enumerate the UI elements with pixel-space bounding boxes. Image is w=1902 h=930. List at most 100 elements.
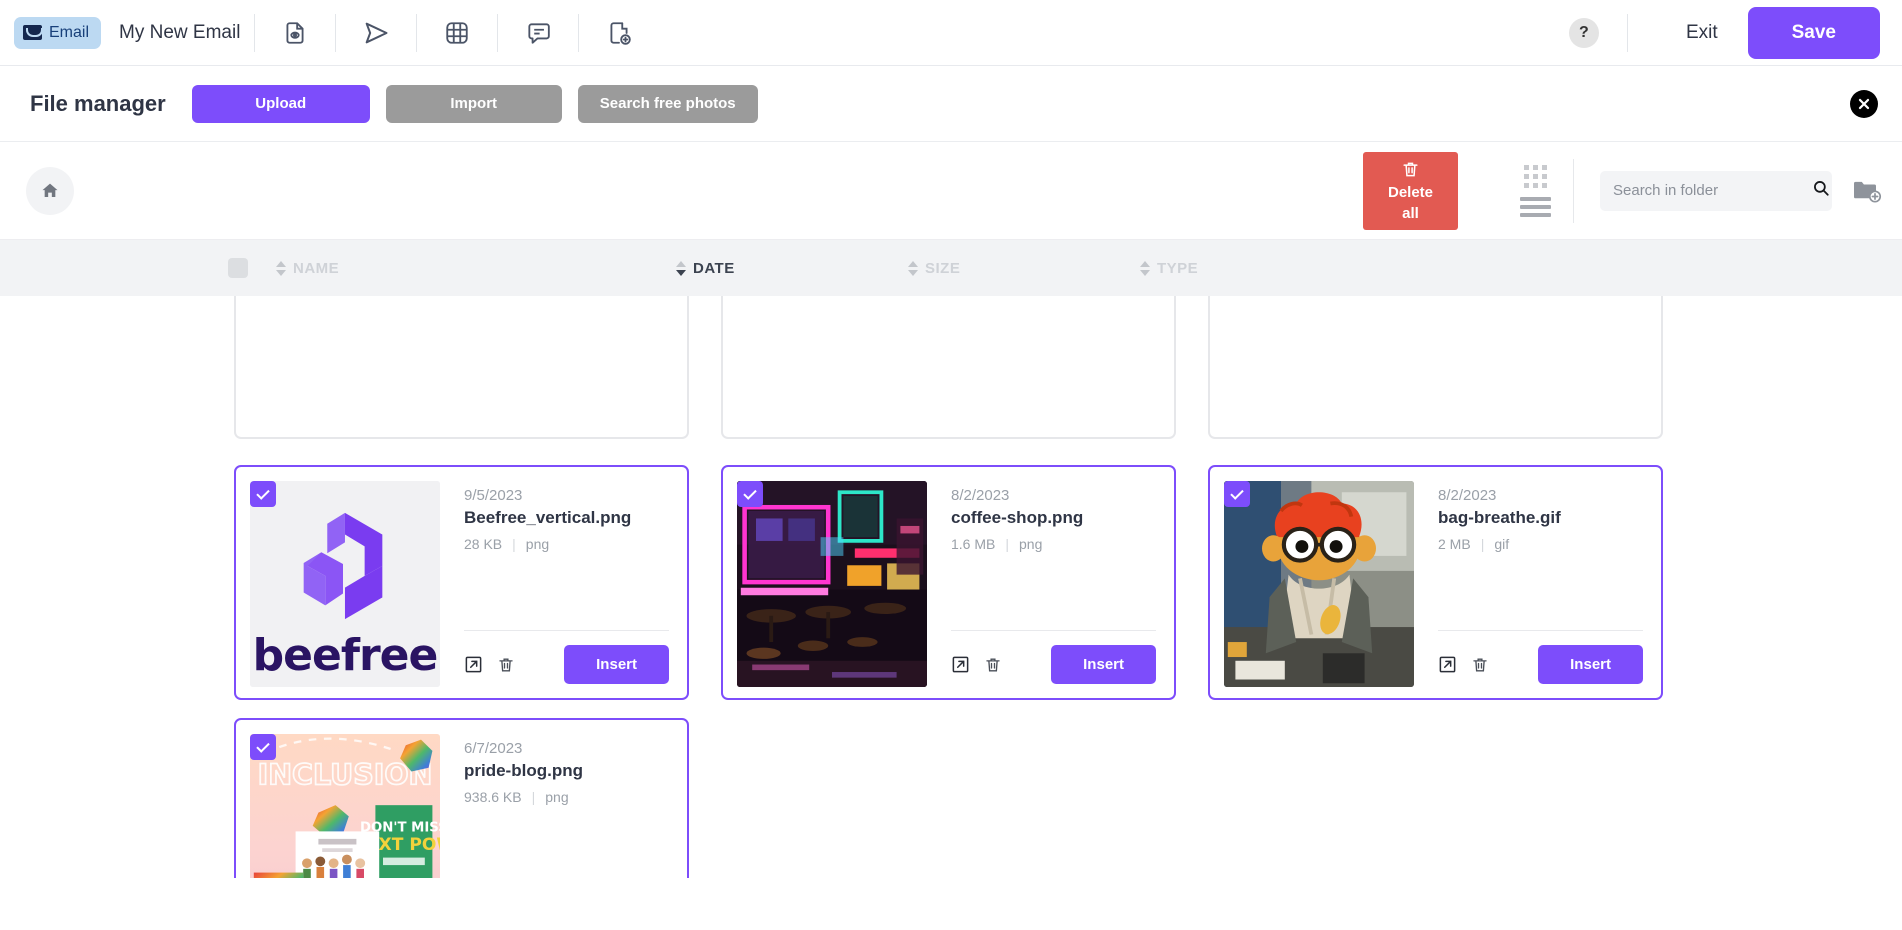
file-card[interactable]: 8/2/2023 coffee-shop.png 1.6 MB | png In… [721, 465, 1176, 700]
file-row-2: INCLUSION DON'T MISS NEXT POW [26, 718, 1876, 878]
file-name: bag-breathe.gif [1438, 508, 1561, 527]
exit-button[interactable]: Exit [1656, 14, 1748, 52]
grid-view-icon[interactable] [1524, 164, 1547, 188]
file-card-partial[interactable] [721, 296, 1176, 439]
insert-button[interactable]: Insert [1538, 645, 1643, 684]
delete-icon[interactable] [984, 655, 1002, 675]
column-label-size: Size [925, 259, 961, 277]
beefree-mark-icon [303, 512, 383, 620]
delete-all-label-line1: Delete [1387, 183, 1434, 201]
file-card[interactable]: INCLUSION DON'T MISS NEXT POW [234, 718, 689, 878]
search-free-photos-button[interactable]: Search free photos [577, 84, 758, 123]
search-input[interactable] [1613, 182, 1812, 199]
divider [578, 13, 580, 52]
column-header-type[interactable]: Type [1140, 260, 1198, 277]
file-manager-header: File manager Upload Import Search free p… [0, 66, 1902, 142]
file-select-checkbox[interactable] [1224, 481, 1250, 507]
file-date: 6/7/2023 [464, 740, 523, 757]
sort-carets-icon [908, 260, 918, 276]
divider [464, 630, 669, 631]
insert-button[interactable]: Insert [1051, 645, 1156, 684]
close-icon[interactable] [1850, 89, 1878, 118]
file-size: 28 KB [464, 536, 503, 552]
beefree-wordmark: beefree [252, 630, 439, 681]
column-header-size[interactable]: Size [908, 260, 1140, 277]
file-size: 938.6 KB [464, 789, 522, 805]
file-thumbnail[interactable] [737, 481, 927, 687]
file-subinfo: 938.6 KB | png [464, 789, 669, 805]
file-meta: 8/2/2023 bag-breathe.gif 2 MB | gif Inse… [1414, 481, 1647, 684]
new-folder-icon[interactable] [1852, 178, 1882, 204]
column-header-date[interactable]: Date [676, 260, 908, 277]
file-meta: 6/7/2023 pride-blog.png 938.6 KB | png [440, 734, 673, 878]
open-external-icon[interactable] [951, 655, 970, 674]
select-all-checkbox[interactable] [228, 258, 248, 278]
open-external-icon[interactable] [464, 655, 483, 674]
column-header-row: Name Date Size Type [0, 240, 1902, 296]
file-row-1: beefree 9/5/2023 Beefree_vertical.png 28… [26, 465, 1876, 700]
document-title[interactable]: My New Email [119, 22, 240, 44]
file-type: png [1019, 536, 1043, 552]
envelope-icon [23, 25, 43, 40]
email-type-badge[interactable]: Email [14, 16, 102, 49]
upload-button[interactable]: Upload [191, 84, 370, 123]
file-meta: 9/5/2023 Beefree_vertical.png 28 KB | pn… [440, 481, 673, 684]
delete-icon[interactable] [1471, 655, 1489, 675]
open-external-icon[interactable] [1438, 655, 1457, 674]
file-size: 2 MB [1438, 536, 1471, 552]
file-name: coffee-shop.png [951, 508, 1084, 527]
file-manager-actions: Upload Import Search free photos [191, 84, 758, 123]
new-file-icon[interactable] [593, 7, 645, 59]
insert-button[interactable]: Insert [564, 645, 669, 684]
sort-carets-icon [1140, 260, 1150, 276]
file-select-checkbox[interactable] [250, 734, 276, 760]
delete-icon[interactable] [497, 655, 515, 675]
separator: | [512, 536, 516, 552]
preview-icon[interactable] [269, 7, 321, 59]
file-select-checkbox[interactable] [737, 481, 763, 507]
home-icon[interactable] [26, 166, 74, 215]
file-row-previous [26, 296, 1876, 439]
file-subinfo: 1.6 MB | png [951, 536, 1156, 552]
file-date: 8/2/2023 [951, 487, 1010, 504]
save-button[interactable]: Save [1747, 6, 1880, 59]
divider [1626, 13, 1628, 52]
sort-carets-icon [676, 260, 686, 276]
file-card[interactable]: beefree 9/5/2023 Beefree_vertical.png 28… [234, 465, 689, 700]
file-type: gif [1494, 536, 1510, 552]
file-thumbnail[interactable]: beefree [250, 481, 440, 687]
search-in-folder-field[interactable] [1600, 170, 1832, 211]
app-toolbar: Email My New Email ? Exit Save [0, 0, 1902, 66]
file-grid[interactable]: beefree 9/5/2023 Beefree_vertical.png 28… [0, 296, 1902, 878]
column-label-type: Type [1157, 259, 1199, 277]
table-icon[interactable] [431, 7, 483, 59]
delete-all-label-line2: all [1402, 205, 1419, 222]
send-test-icon[interactable] [350, 7, 402, 59]
file-toolbar: Delete all [0, 142, 1902, 240]
file-thumbnail[interactable]: INCLUSION DON'T MISS NEXT POW [250, 734, 440, 878]
file-type: png [525, 536, 550, 552]
file-card-partial[interactable] [234, 296, 689, 439]
separator: | [1480, 536, 1485, 552]
file-date: 8/2/2023 [1438, 487, 1497, 504]
list-view-icon[interactable] [1520, 196, 1551, 217]
import-button[interactable]: Import [385, 84, 562, 123]
comments-icon[interactable] [512, 7, 564, 59]
file-type: png [545, 789, 569, 805]
help-icon[interactable]: ? [1568, 17, 1599, 48]
file-card[interactable]: 8/2/2023 bag-breathe.gif 2 MB | gif Inse… [1208, 465, 1663, 700]
view-mode-toggle[interactable] [1520, 164, 1551, 217]
file-select-checkbox[interactable] [250, 481, 276, 507]
file-card-actions: Insert [464, 645, 669, 684]
delete-all-button[interactable]: Delete all [1363, 151, 1458, 230]
file-thumbnail[interactable] [1224, 481, 1414, 687]
file-subinfo: 2 MB | gif [1438, 536, 1643, 552]
separator: | [1005, 536, 1009, 552]
search-icon[interactable] [1812, 179, 1830, 202]
column-label-date: Date [693, 259, 735, 277]
divider [335, 13, 337, 52]
file-card-partial[interactable] [1208, 296, 1663, 439]
column-header-name[interactable]: Name [276, 260, 676, 277]
